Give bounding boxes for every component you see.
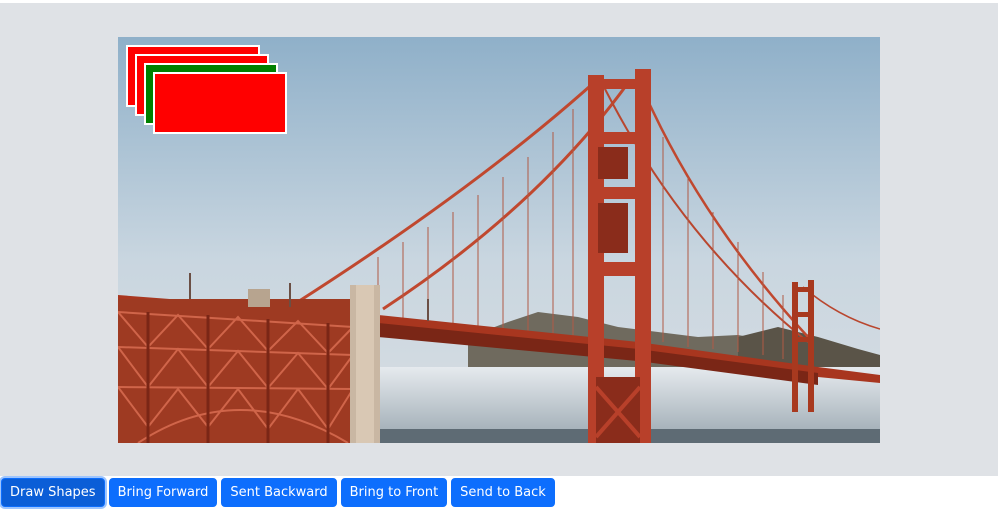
shapes-layer — [126, 45, 287, 134]
send-backward-button[interactable]: Sent Backward — [221, 478, 337, 507]
draw-shapes-button[interactable]: Draw Shapes — [1, 478, 105, 507]
canvas-container — [0, 3, 998, 476]
bring-to-front-button[interactable]: Bring to Front — [340, 478, 448, 507]
bridge-photo — [118, 37, 880, 443]
toolbar: Draw Shapes Bring Forward Sent Backward … — [1, 478, 555, 507]
bring-forward-button[interactable]: Bring Forward — [108, 478, 218, 507]
drawing-canvas[interactable] — [118, 37, 880, 443]
shape-rectangle-4[interactable] — [153, 72, 287, 134]
send-to-back-button[interactable]: Send to Back — [451, 478, 555, 507]
